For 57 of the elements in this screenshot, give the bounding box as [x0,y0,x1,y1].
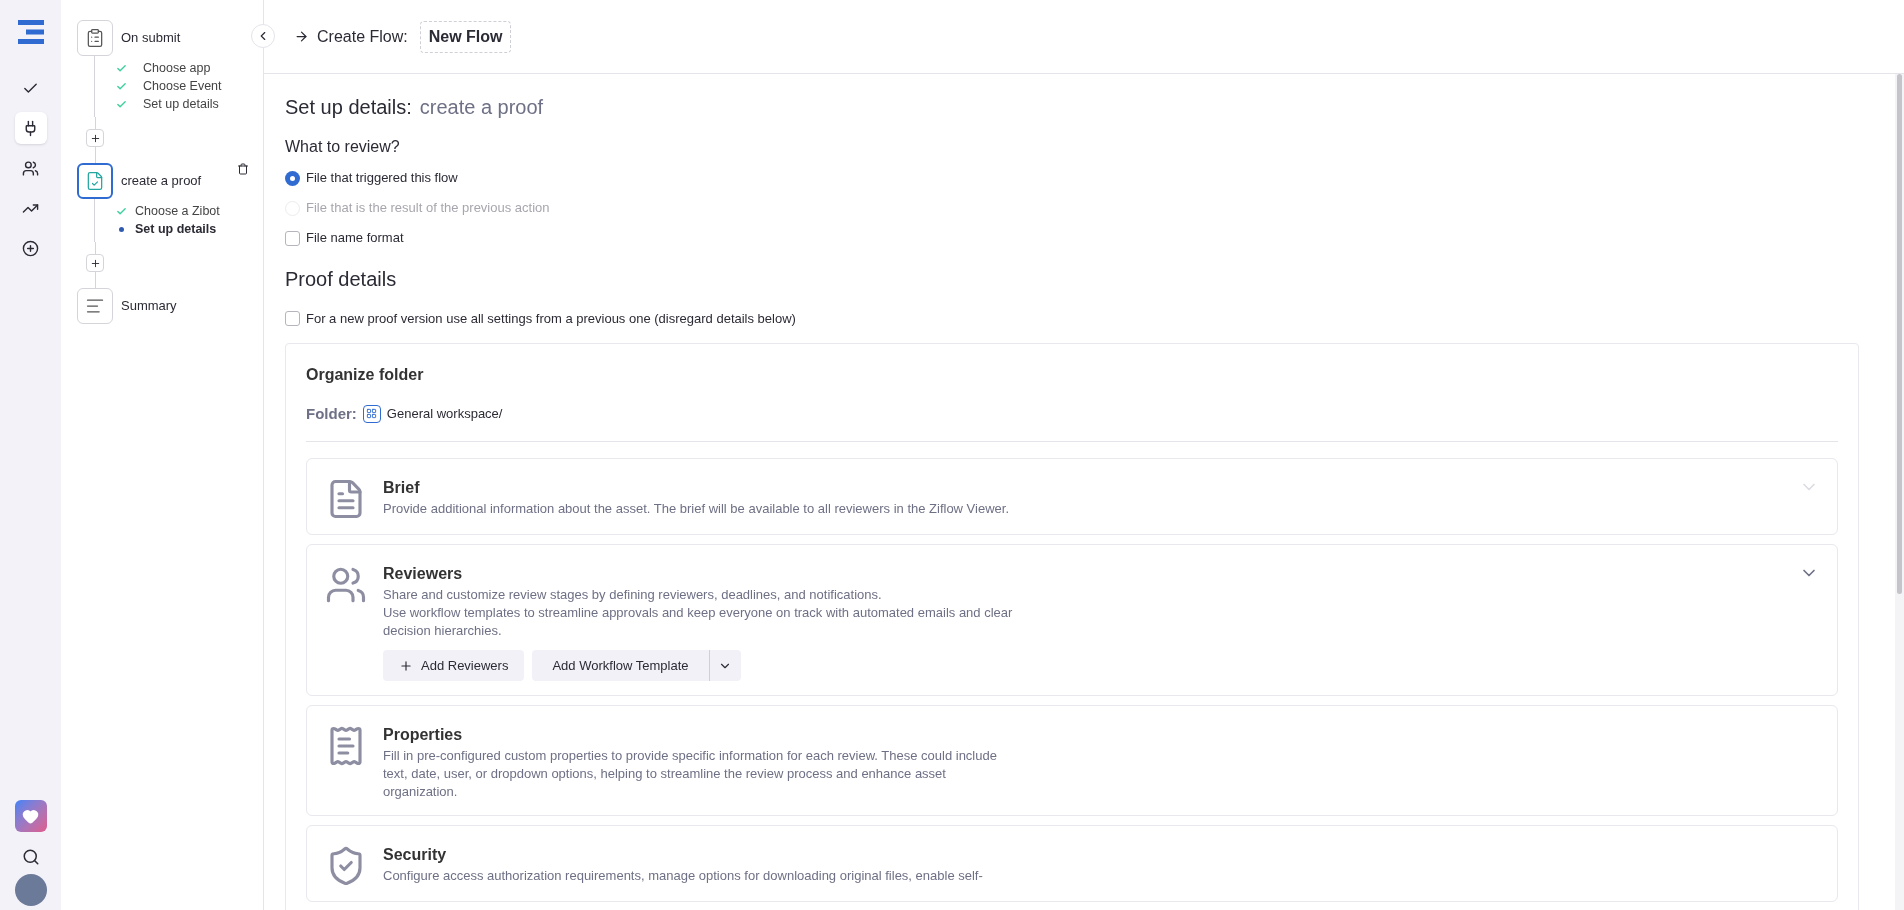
step-node[interactable] [77,163,113,199]
section-title: Properties [383,725,464,745]
folder-label: Folder: [306,403,357,424]
section-card[interactable]: Brief Provide additional information about the asset. The brief will be available to all reviewers in the Ziflow Viewer. [306,458,1838,535]
add-reviewers-button[interactable]: Add Reviewers [383,650,525,681]
plus-icon [89,257,101,269]
workflow-template-button[interactable]: Add Workflow Template [532,650,709,681]
substep-label[interactable]: Set up details [135,220,217,239]
search-icon[interactable] [21,848,40,866]
folder-path[interactable]: General workspace/ [386,404,503,424]
section-heading: Proof details [285,267,398,292]
section-description: Configure access authorization requirements, manage options for downloading original files, enable self- [383,867,984,885]
page-title: Set up details: [285,95,412,120]
page-subtitle: create a proof [419,95,544,120]
section-title: Security [383,845,448,865]
avatar[interactable] [14,874,47,906]
section-card[interactable]: Security Configure access authorization requirements, manage options for downloading original files, enable self- [306,825,1838,902]
section-description: Use workflow templates to streamline approvals and keep everyone on track with automated emails and clear decision hierarchies. [383,604,1014,640]
collapse-button[interactable] [251,24,275,48]
workspace-icon [362,404,381,423]
plus-circle-icon [22,239,39,257]
plus-icon [399,658,413,673]
section-title: Reviewers [383,564,464,584]
section-description: Provide additional information about the asset. The brief will be available to all reviewers in the Ziflow Viewer. [383,500,1011,518]
rail-button[interactable] [14,112,47,144]
substep-label[interactable]: Set up details [143,95,219,114]
step-title[interactable]: On submit [121,28,181,48]
add-step-button[interactable] [86,254,104,272]
substep-label[interactable]: Choose a Zibot [135,202,220,221]
option-label[interactable]: File name format [306,228,404,248]
step-title[interactable]: Summary [121,296,177,316]
trash-icon[interactable] [237,163,249,175]
section-card[interactable] [306,705,1838,816]
heart-app-icon[interactable] [14,800,47,832]
option-label[interactable]: For a new proof version use all settings from a previous one (disregard details below) [306,309,796,329]
option-label[interactable]: File that triggered this flow [306,168,458,188]
section-heading: What to review? [285,137,401,157]
section-description: Share and customize review stages by defining reviewers, deadlines, and notifications. [383,586,883,604]
document-check-icon [85,171,105,191]
checkbox[interactable] [285,311,300,327]
people-icon [22,159,39,177]
add-step-button[interactable] [86,129,104,147]
scrollbar[interactable] [1895,74,1904,910]
substep-label[interactable]: Choose app [143,59,211,78]
clipboard-icon [85,28,105,48]
card-title: Organize folder [306,364,425,385]
step-title[interactable]: create a proof [121,171,202,191]
header-label: Create Flow: [317,26,408,47]
arrow-icon [294,29,309,44]
section-description: Fill in pre-configured custom properties to provide specific information for each review. These could include text, date, user, or dropdown options, helping to streamline the review process and enhance asset organization. [383,747,998,801]
flow-name-field[interactable]: New Flow [419,20,512,53]
substep-label[interactable]: Choose Event [143,77,222,96]
checkbox[interactable] [285,230,300,246]
section-title: Brief [383,478,421,498]
logo-icon[interactable] [17,20,44,44]
radio-button[interactable] [285,170,300,186]
plus-icon [89,132,101,144]
